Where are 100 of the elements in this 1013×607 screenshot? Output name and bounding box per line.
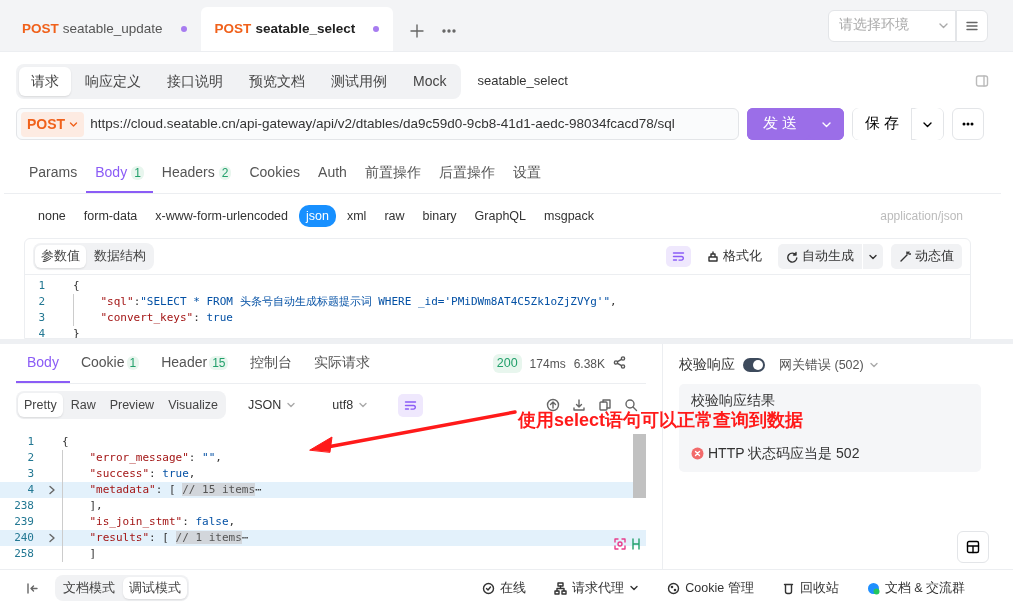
file-tab[interactable]: POST seatable_update [8, 7, 201, 51]
line-number: 238 [13, 498, 35, 514]
wrap-button[interactable] [398, 393, 424, 417]
response-tab[interactable]: Body [16, 344, 70, 383]
request-tab[interactable]: 设置 [503, 154, 550, 193]
format-button[interactable]: 格式化 [699, 244, 770, 269]
validation-switch[interactable] [743, 358, 765, 372]
search-icon [624, 398, 638, 412]
dynamic-value-button[interactable]: 动态值 [891, 244, 962, 269]
menu-button[interactable] [956, 9, 988, 42]
view-tab[interactable]: 参数值 [35, 245, 86, 268]
layout-button[interactable] [957, 531, 989, 563]
code-line: { [62, 435, 69, 448]
folded-summary[interactable]: // 15 items [182, 483, 256, 496]
code-line: "results": [ [88, 531, 169, 544]
url-field[interactable]: POST https://cloud.seatable.cn/api-gateway/api/v2/dtables/da9c59d0-9cb8-41d1-aedc-98034fcacd78/sql [16, 108, 739, 140]
api-name: seatable_select [477, 72, 568, 91]
body-type-option[interactable]: xml [339, 204, 374, 228]
format-tab[interactable]: Preview [103, 392, 161, 418]
environment-select[interactable]: 请选择环境 [828, 9, 956, 42]
mode-switch-tab[interactable]: 文档模式 [57, 576, 121, 600]
mode-switch-tab[interactable]: 调试模式 [123, 576, 187, 600]
request-tab[interactable]: Headers 2 [152, 154, 241, 193]
auto-generate-options-button[interactable] [862, 244, 883, 269]
footer-link[interactable]: Cookie 管理 [661, 576, 760, 600]
refresh-icon [786, 250, 798, 263]
response-tab[interactable]: Header 15 [150, 344, 240, 383]
count-badge: 2 [218, 166, 232, 180]
ellipsis: ⋯ [255, 483, 262, 496]
request-tab[interactable]: Body 1 [86, 154, 153, 193]
check-circle-icon [482, 581, 496, 595]
body-type-option[interactable]: binary [415, 204, 464, 228]
body-type-option[interactable]: none [31, 204, 73, 228]
code-line: "success": true, [88, 467, 196, 480]
count-badge: 1 [126, 356, 140, 370]
body-type-option[interactable]: form-data [76, 204, 145, 228]
chevron-down-icon [868, 360, 879, 370]
line-number: 1 [37, 278, 46, 294]
mode-tab[interactable]: 响应定义 [73, 66, 153, 96]
code-line: "error_message": "", [88, 451, 222, 464]
response-tab[interactable]: Cookie 1 [69, 344, 151, 383]
mode-tab[interactable]: 接口说明 [155, 66, 235, 96]
folded-summary[interactable]: // 1 items [175, 531, 242, 544]
code-line: ] [88, 547, 97, 560]
line-number: 2 [37, 294, 46, 310]
body-type-option[interactable]: x-www-form-urlencoded [148, 204, 295, 228]
scan-icon[interactable] [614, 538, 626, 550]
line-number: 4 [37, 326, 46, 338]
file-tab[interactable]: POST seatable_select [200, 7, 394, 51]
response-tab[interactable]: 实际请求 [303, 344, 382, 383]
request-tab[interactable]: Params [20, 154, 87, 193]
download-icon [572, 398, 586, 412]
copy-icon [598, 398, 612, 412]
mode-tab[interactable]: 测试用例 [319, 66, 399, 96]
body-type-option[interactable]: msgpack [537, 204, 602, 228]
line-number: 258 [13, 546, 35, 562]
request-tab[interactable]: Auth [309, 154, 356, 193]
response-time: 174ms [529, 355, 566, 373]
more-button[interactable] [952, 108, 984, 140]
footer-link[interactable]: 请求代理 [548, 576, 646, 600]
request-tab[interactable]: 前置操作 [355, 154, 430, 193]
body-type-option[interactable]: GraphQL [467, 204, 533, 228]
footer-link[interactable]: 文档 & 交流群 [860, 576, 971, 600]
auto-generate-button[interactable]: 自动生成 [778, 244, 862, 269]
code-line: "is_join_stmt": false, [88, 515, 236, 528]
code-line: ], [88, 499, 103, 512]
request-tab[interactable]: 后置操作 [429, 154, 504, 193]
result-text: HTTP 状态码应当是 502 [708, 444, 860, 463]
upload-icon [546, 398, 560, 412]
code-line: "sql":"SELECT * FROM 头条号自动生成标题提示词 WHERE _id='PMiDWm8AT4C5Zk1oZjZVYg'", [99, 295, 617, 308]
expected-status-select[interactable]: 网关错误 (502) [773, 353, 885, 377]
mode-tab[interactable]: Mock [401, 66, 459, 96]
response-tab[interactable]: 控制台 [239, 344, 304, 383]
footer-link[interactable]: 在线 [476, 576, 533, 600]
content-type-label: application/json [880, 208, 963, 225]
encoding-select[interactable]: utf8 [326, 393, 375, 417]
line-number: 3 [26, 466, 35, 482]
bin-icon [781, 581, 795, 595]
validation-label: 校验响应 [679, 355, 735, 374]
request-tab[interactable]: Cookies [240, 154, 310, 193]
footer-link[interactable]: 回收站 [775, 576, 845, 600]
format-tab[interactable]: Pretty [18, 392, 63, 418]
status-code: 200 [492, 354, 522, 373]
format-tab[interactable]: Raw [64, 392, 102, 418]
chevron-down-icon [286, 400, 297, 410]
share-button[interactable] [613, 356, 626, 371]
format-tab[interactable]: Visualize [162, 392, 224, 418]
chevron-right-icon[interactable] [48, 533, 56, 543]
body-type-option[interactable]: raw [377, 204, 412, 228]
view-tab[interactable]: 数据结构 [88, 245, 152, 268]
language-select[interactable]: JSON [241, 393, 303, 417]
mode-tab[interactable]: 请求 [19, 66, 71, 96]
mode-tab[interactable]: 预览文档 [237, 66, 317, 96]
save-button[interactable]: 保 存 [852, 108, 912, 140]
chevron-right-icon[interactable] [48, 485, 56, 495]
network-icon [554, 581, 568, 595]
wrap-button[interactable] [666, 246, 691, 267]
wrap-icon [404, 398, 418, 412]
count-badge: 15 [209, 356, 229, 370]
scrollbar-thumb[interactable] [633, 434, 646, 498]
